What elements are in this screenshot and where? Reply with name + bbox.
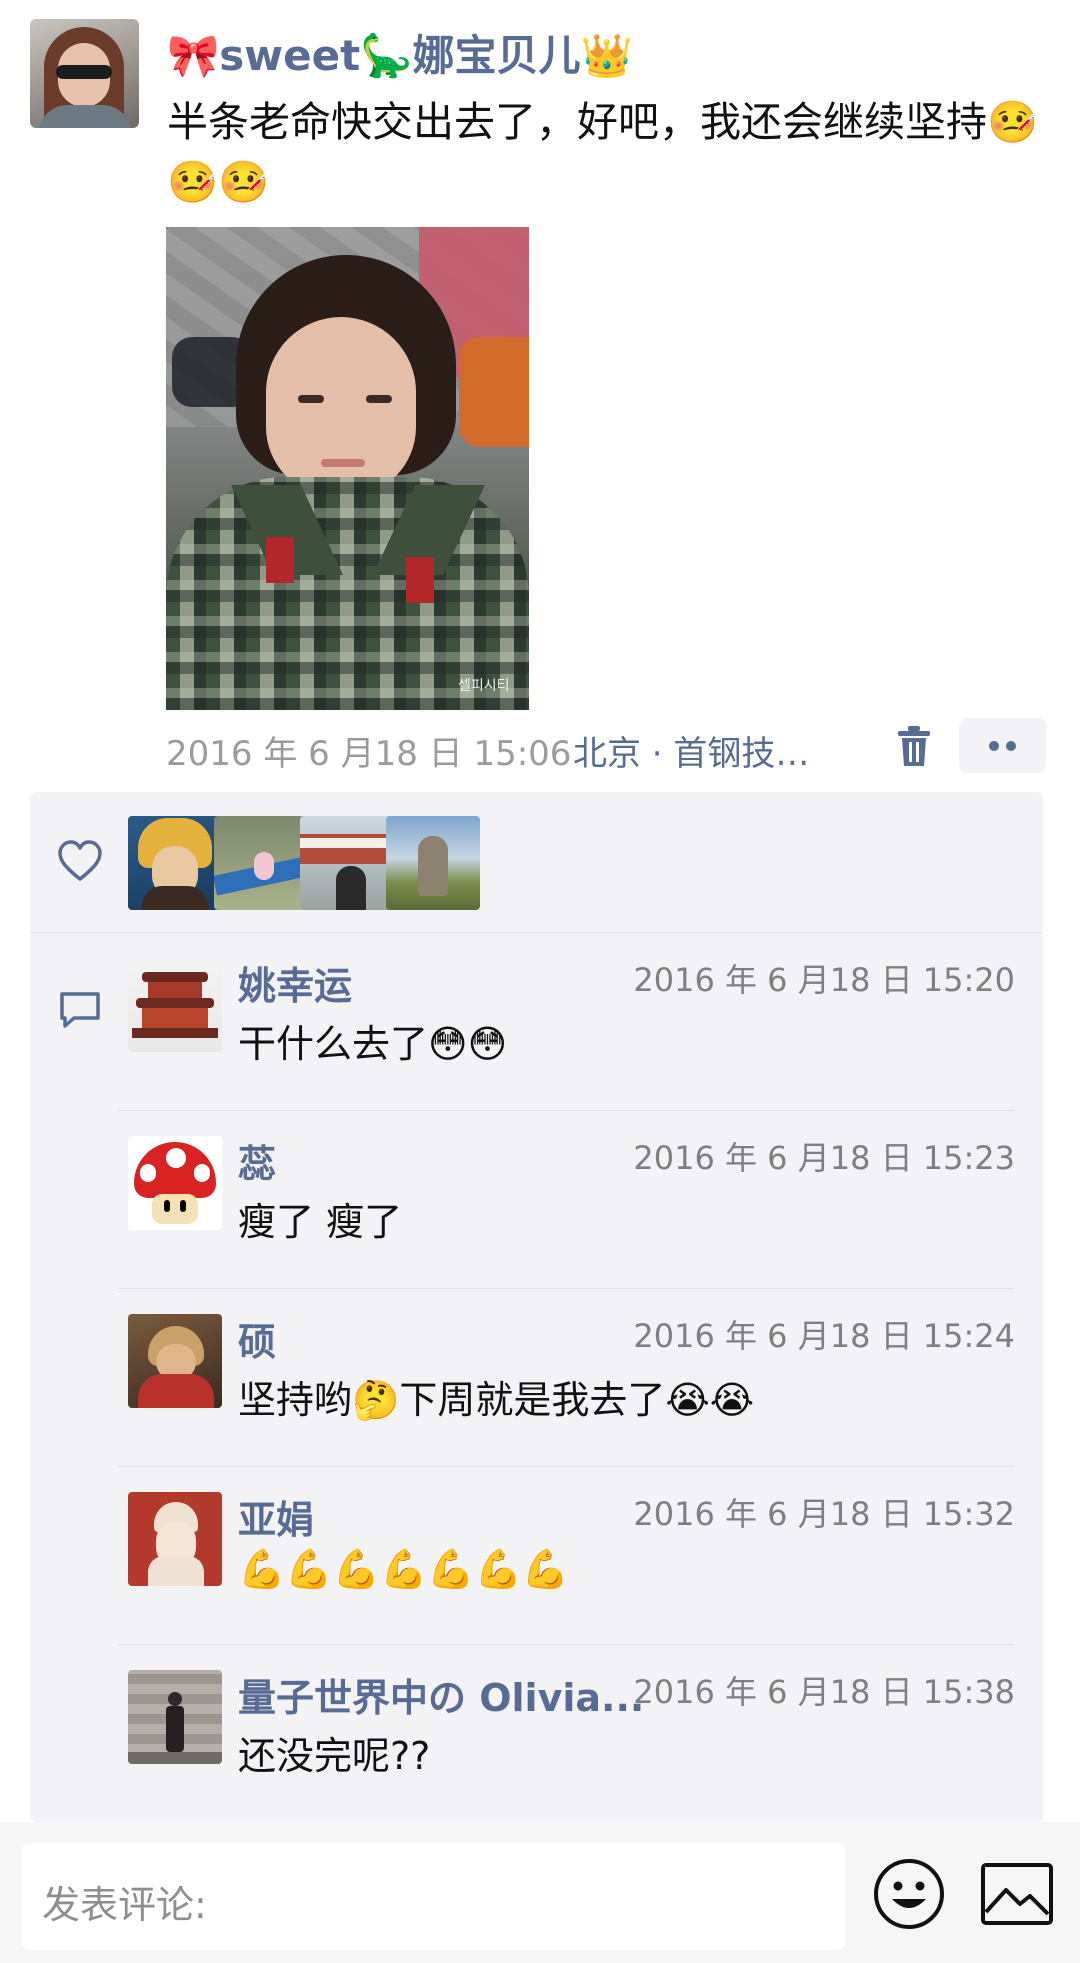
comment-text: 干什么去了😳😳 (238, 1022, 508, 1066)
liker-avatar[interactable] (214, 816, 308, 910)
author-name-part2: 娜宝贝儿 (412, 31, 581, 80)
commenter-name[interactable]: 亚娟 (238, 1489, 314, 1544)
comment-item[interactable]: 姚幸运 2016 年 6 月18 日 15:20 干什么去了😳😳 (30, 933, 1043, 1111)
comment-composer: 发表评论: (0, 1822, 1080, 1963)
crown-emoji: 👑 (580, 31, 633, 80)
post-photo[interactable]: 셀피시티 (166, 227, 529, 710)
author-name[interactable]: 🎀sweet🦕娜宝贝儿👑 (167, 22, 633, 83)
comment-text: 瘦了 瘦了 (238, 1200, 403, 1244)
likes-row (30, 792, 1043, 933)
commenter-avatar[interactable] (128, 1670, 222, 1764)
comment-time: 2016 年 6 月18 日 15:38 (633, 1673, 1015, 1711)
commenter-name[interactable]: 硕 (238, 1311, 276, 1366)
comment-text: 💪💪💪💪💪💪💪 (238, 1547, 570, 1591)
comment-time: 2016 年 6 月18 日 15:20 (633, 961, 1015, 999)
dinosaur-emoji: 🦕 (360, 31, 413, 80)
author-avatar[interactable] (30, 19, 139, 128)
trash-icon[interactable] (894, 724, 934, 768)
comment-time: 2016 年 6 月18 日 15:32 (633, 1495, 1015, 1533)
interaction-panel: 姚幸运 2016 年 6 月18 日 15:20 干什么去了😳😳 蕊 2016 … (30, 792, 1043, 1822)
comment-time: 2016 年 6 月18 日 15:23 (633, 1139, 1015, 1177)
comment-time: 2016 年 6 月18 日 15:24 (633, 1317, 1015, 1355)
commenter-name[interactable]: 蕊 (238, 1133, 276, 1188)
image-icon[interactable] (980, 1862, 1054, 1926)
photo-watermark: 셀피시티 (458, 678, 510, 694)
commenter-avatar[interactable] (128, 1136, 222, 1230)
bow-emoji: 🎀 (167, 31, 220, 80)
post-time: 2016 年 6 月18 日 15:06 (166, 734, 572, 774)
comment-item[interactable]: 硕 2016 年 6 月18 日 15:24 坚持哟🤔下周就是我去了😭😭 (30, 1289, 1043, 1467)
post-meta: 2016 年 6 月18 日 15:06 北京 · 首钢技… (166, 718, 1046, 775)
commenter-avatar[interactable] (128, 1314, 222, 1408)
commenter-name[interactable]: 姚幸运 (238, 955, 352, 1010)
comment-text: 坚持哟🤔下周就是我去了😭😭 (238, 1378, 755, 1422)
post-location[interactable]: 北京 · 首钢技… (573, 726, 809, 775)
author-name-part1: sweet (219, 31, 361, 80)
post-text: 半条老命快交出去了，好吧，我还会继续坚持🤒🤒🤒 (167, 98, 1039, 206)
liker-avatar[interactable] (128, 816, 222, 910)
heart-icon (58, 840, 102, 881)
commenter-avatar[interactable] (128, 958, 222, 1052)
commenter-name[interactable]: 量子世界中の Olivia... (238, 1667, 644, 1722)
liker-avatar[interactable] (386, 816, 480, 910)
more-options-button[interactable] (959, 718, 1046, 773)
comment-item[interactable]: 量子世界中の Olivia... 2016 年 6 月18 日 15:38 还没… (30, 1645, 1043, 1823)
commenter-avatar[interactable] (128, 1492, 222, 1586)
comment-text: 还没完呢?? (238, 1734, 431, 1778)
comment-item[interactable]: 亚娟 2016 年 6 月18 日 15:32 💪💪💪💪💪💪💪 (30, 1467, 1043, 1645)
liker-avatar[interactable] (300, 816, 394, 910)
smiley-icon[interactable] (872, 1857, 946, 1931)
comment-input[interactable]: 发表评论: (22, 1843, 845, 1950)
comment-item[interactable]: 蕊 2016 年 6 月18 日 15:23 瘦了 瘦了 (30, 1111, 1043, 1289)
